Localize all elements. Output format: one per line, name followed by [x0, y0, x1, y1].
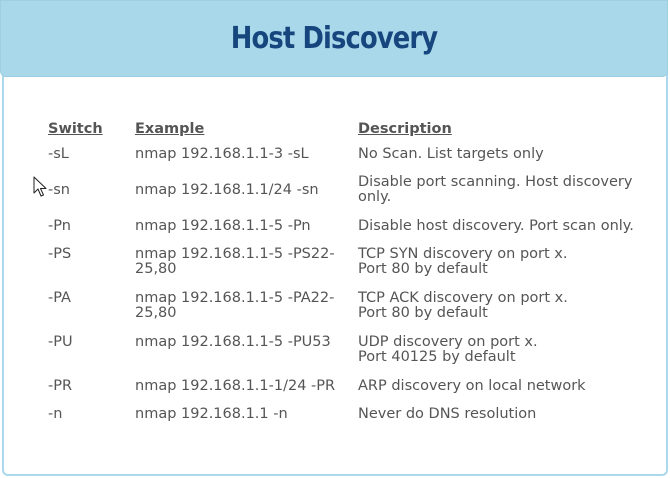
- example-cell: nmap 192.168.1.1-5 -PS22- 25,80: [135, 247, 358, 291]
- description-line: No Scan. List targets only: [358, 146, 544, 162]
- switch-cell: -PU: [48, 334, 73, 350]
- table-row: -n nmap 192.168.1.1 -n Never do DNS reso…: [48, 407, 658, 435]
- header-banner: Host Discovery: [0, 0, 668, 77]
- description-line: Disable host discovery. Port scan only.: [358, 218, 634, 234]
- switch-cell: -PS: [48, 246, 72, 262]
- example-line: nmap 192.168.1.1-3 -sL: [135, 146, 309, 162]
- page-title: Host Discovery: [230, 21, 438, 56]
- switch-cell: -n: [48, 406, 63, 422]
- table-row: -sL nmap 192.168.1.1-3 -sL No Scan. List…: [48, 147, 658, 175]
- example-cell: nmap 192.168.1.1-1/24 -PR: [135, 379, 358, 407]
- table-header-row: Switch Example Description: [48, 121, 658, 147]
- description-cell: Disable host discovery. Port scan only.: [358, 219, 658, 247]
- description-cell: ARP discovery on local network: [358, 379, 658, 407]
- table-row: -PU nmap 192.168.1.1-5 -PU53 UDP discove…: [48, 335, 658, 379]
- description-line: UDP discovery on port x.: [358, 334, 538, 350]
- column-header-description: Description: [358, 121, 452, 137]
- switch-cell: -PR: [48, 378, 73, 394]
- switch-cell: -PA: [48, 290, 71, 306]
- example-cell: nmap 192.168.1.1-3 -sL: [135, 147, 358, 175]
- example-cell: nmap 192.168.1.1-5 -PA22- 25,80: [135, 291, 358, 335]
- example-cell: nmap 192.168.1.1/24 -sn: [135, 175, 358, 219]
- example-cell: nmap 192.168.1.1-5 -Pn: [135, 219, 358, 247]
- switch-cell: -Pn: [48, 218, 71, 234]
- example-line: nmap 192.168.1.1-5 -PA22-: [135, 290, 335, 306]
- example-line: 25,80: [135, 305, 177, 321]
- description-line: Port 80 by default: [358, 305, 488, 321]
- switch-cell: -sn: [48, 182, 70, 198]
- description-line: ARP discovery on local network: [358, 378, 586, 394]
- column-header-example: Example: [135, 121, 205, 137]
- column-header-switch: Switch: [48, 121, 103, 137]
- example-line: nmap 192.168.1.1-5 -PU53: [135, 334, 331, 350]
- description-line: Port 40125 by default: [358, 349, 516, 365]
- description-cell: TCP SYN discovery on port x. Port 80 by …: [358, 247, 658, 291]
- description-cell: Disable port scanning. Host discovery on…: [358, 175, 658, 219]
- switch-table: Switch Example Description -sL nmap 192.…: [48, 121, 658, 435]
- description-line: Port 80 by default: [358, 261, 488, 277]
- example-cell: nmap 192.168.1.1 -n: [135, 407, 358, 435]
- table-row: -Pn nmap 192.168.1.1-5 -Pn Disable host …: [48, 219, 658, 247]
- description-cell: UDP discovery on port x. Port 40125 by d…: [358, 335, 658, 379]
- example-line: nmap 192.168.1.1/24 -sn: [135, 182, 319, 198]
- table-row: -sn nmap 192.168.1.1/24 -sn Disable port…: [48, 175, 658, 219]
- switch-cell: -sL: [48, 146, 69, 162]
- example-line: nmap 192.168.1.1-5 -PS22-: [135, 246, 335, 262]
- mouse-pointer-icon: [33, 176, 47, 197]
- example-line: 25,80: [135, 261, 177, 277]
- example-line: nmap 192.168.1.1 -n: [135, 406, 288, 422]
- table-row: -PS nmap 192.168.1.1-5 -PS22- 25,80 TCP …: [48, 247, 658, 291]
- description-line: Never do DNS resolution: [358, 406, 537, 422]
- example-line: nmap 192.168.1.1-1/24 -PR: [135, 378, 336, 394]
- table-row: -PR nmap 192.168.1.1-1/24 -PR ARP discov…: [48, 379, 658, 407]
- example-line: nmap 192.168.1.1-5 -Pn: [135, 218, 311, 234]
- description-line: Disable port scanning. Host discovery: [358, 174, 633, 190]
- table-row: -PA nmap 192.168.1.1-5 -PA22- 25,80 TCP …: [48, 291, 658, 335]
- description-cell: TCP ACK discovery on port x. Port 80 by …: [358, 291, 658, 335]
- description-line: only.: [358, 189, 392, 205]
- description-cell: No Scan. List targets only: [358, 147, 658, 175]
- description-cell: Never do DNS resolution: [358, 407, 658, 435]
- description-line: TCP ACK discovery on port x.: [358, 290, 568, 306]
- example-cell: nmap 192.168.1.1-5 -PU53: [135, 335, 358, 379]
- description-line: TCP SYN discovery on port x.: [358, 246, 568, 262]
